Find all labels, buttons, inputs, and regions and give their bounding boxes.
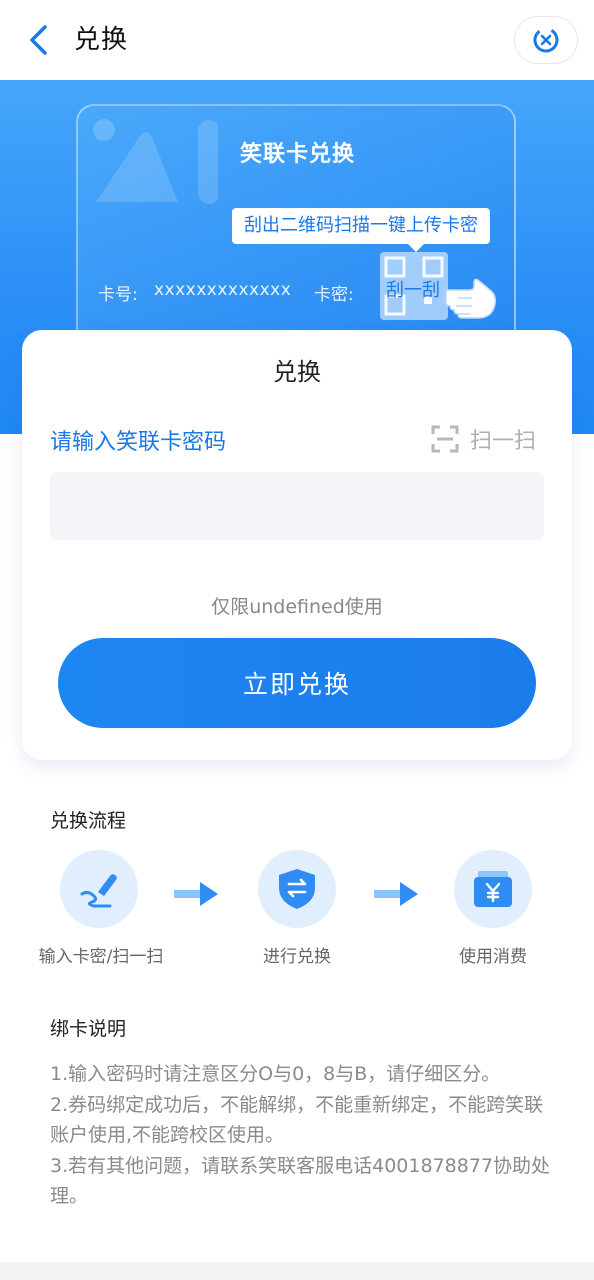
back-button[interactable] (22, 22, 54, 58)
card-logo-decoration-icon (93, 119, 218, 204)
page-title: 兑换 (74, 25, 129, 55)
yuan-wallet-icon (474, 871, 512, 907)
card-number-value: xxxxxxxxxxxxx (154, 280, 292, 300)
note-line-2: 2.券码绑定成功后，不能解绑，不能重新绑定，不能跨笑联账户使用,不能跨校区使用。 (50, 1094, 544, 1146)
scan-tip-bubble: 刮出二维码扫描一键上传卡密 (232, 208, 490, 252)
step-consume (454, 850, 532, 928)
note-line-1: 1.输入密码时请注意区分O与0，8与B，请仔细区分。 (50, 1063, 501, 1085)
card-password-input[interactable] (50, 472, 544, 540)
scratch-label: 刮一刮 (386, 280, 440, 301)
step-label-enter: 输入卡密/扫一扫 (38, 947, 164, 967)
shield-exchange-icon (279, 869, 315, 909)
arrow-right-icon (374, 882, 418, 906)
card-number-label: 卡号: (98, 285, 138, 305)
card-title: 笑联卡兑换 (240, 142, 356, 167)
exchange-panel: 兑换 请输入笑联卡密码 扫一扫 仅限undefined使用 立即兑换 (22, 330, 572, 760)
scan-icon (431, 425, 459, 453)
step-enter-password (60, 850, 138, 928)
close-mini-program-button[interactable] (514, 16, 578, 64)
step-label-consume: 使用消费 (459, 947, 527, 967)
step-label-exchange: 进行兑换 (263, 947, 331, 967)
usage-limit-text: 仅限undefined使用 (211, 596, 383, 618)
scan-label: 扫一扫 (470, 429, 537, 454)
gift-card-illustration: 笑联卡兑换 刮出二维码扫描一键上传卡密 卡号: xxxxxxxxxxxxx 卡密… (76, 104, 516, 354)
pointing-hand-icon (445, 278, 497, 319)
note-line-3: 3.若有其他问题，请联系笑联客服电话4001878877协助处理。 (50, 1155, 551, 1207)
card-password-label: 卡密: (314, 285, 354, 305)
arrow-right-icon (174, 882, 218, 906)
chevron-left-icon (30, 25, 47, 55)
password-input-label: 请输入笑联卡密码 (50, 430, 227, 455)
header-bar: 兑换 (0, 0, 594, 80)
panel-title: 兑换 (273, 358, 321, 386)
pen-icon (80, 874, 117, 908)
step-exchange (258, 850, 336, 928)
close-circle-icon (533, 27, 559, 53)
scan-button[interactable]: 扫一扫 (430, 422, 536, 456)
bottom-safe-area (0, 1262, 594, 1280)
flow-title: 兑换流程 (50, 810, 127, 832)
notes-title: 绑卡说明 (50, 1018, 127, 1040)
redeem-now-button[interactable]: 立即兑换 (58, 638, 536, 728)
